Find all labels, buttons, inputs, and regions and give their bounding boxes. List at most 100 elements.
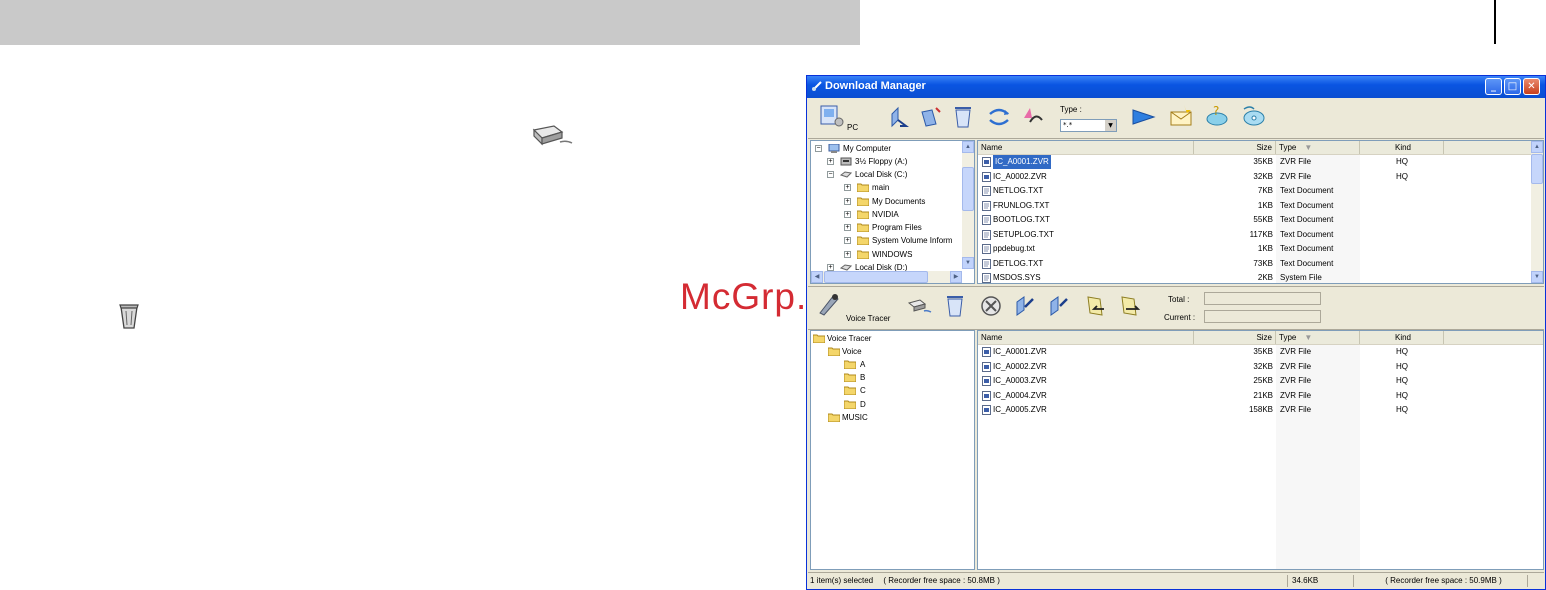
column-header-kind[interactable]: Kind: [1360, 331, 1444, 344]
scroll-up-icon[interactable]: ▲: [1531, 141, 1543, 153]
close-button[interactable]: ✕: [1523, 78, 1540, 95]
scroll-thumb[interactable]: [824, 271, 928, 283]
pc-list-vertical-scrollbar[interactable]: ▲ ▼: [1531, 141, 1543, 283]
pc-folder-tree: − My Computer + 3½ Floppy (A:) − Local D…: [810, 140, 975, 284]
mail-icon[interactable]: [1168, 103, 1194, 129]
column-header-type[interactable]: Type ▼: [1276, 141, 1360, 154]
scroll-thumb[interactable]: [962, 167, 974, 211]
chevron-down-icon[interactable]: ▼: [1105, 120, 1116, 131]
column-header-kind[interactable]: Kind: [1360, 141, 1444, 154]
maximize-button[interactable]: □: [1504, 78, 1521, 95]
table-row[interactable]: IC_A0003.ZVR 25KB ZVR File HQ: [978, 374, 1543, 388]
cell-size: 117KB: [1249, 229, 1273, 239]
cell-kind: HQ: [1396, 390, 1408, 400]
tree-expander[interactable]: +: [844, 237, 851, 244]
column-header-size[interactable]: Size: [1194, 141, 1276, 154]
table-row[interactable]: MSDOS.SYS 2KB System File: [978, 271, 1543, 283]
scroll-down-icon[interactable]: ▼: [962, 257, 974, 269]
text-file-icon: [982, 273, 991, 283]
scroll-left-icon[interactable]: ◀: [811, 271, 823, 283]
svg-text:?: ?: [1213, 104, 1219, 118]
folder-icon: [828, 413, 840, 422]
table-row[interactable]: BOOTLOG.TXT 55KB Text Document: [978, 213, 1543, 227]
status-left-free-space: ( Recorder free space : 50.8MB ): [883, 576, 1000, 585]
folder-icon: [813, 334, 825, 343]
tree-expander[interactable]: +: [844, 251, 851, 258]
scroll-thumb[interactable]: [1531, 154, 1543, 184]
table-row[interactable]: IC_A0002.ZVR 32KB ZVR File HQ: [978, 170, 1543, 184]
stop-icon[interactable]: [978, 293, 1004, 319]
cell-name: IC_A0004.ZVR: [993, 390, 1047, 400]
back-icon[interactable]: [1082, 293, 1108, 319]
type-filter-select[interactable]: *.* ▼: [1060, 119, 1117, 132]
scroll-up-icon[interactable]: ▲: [962, 141, 974, 153]
delete-icon[interactable]: [950, 104, 976, 130]
column-header-type-label: Type: [1279, 333, 1297, 342]
tree-expander[interactable]: +: [827, 264, 834, 271]
cell-name: IC_A0002.ZVR: [993, 361, 1047, 371]
title-bar[interactable]: Download Manager _ □ ✕: [807, 76, 1545, 98]
tree-expander[interactable]: +: [844, 184, 851, 191]
table-row[interactable]: DETLOG.TXT 73KB Text Document: [978, 257, 1543, 271]
pc-tree-horizontal-scrollbar[interactable]: ◀ ▶: [811, 271, 962, 283]
upload-icon[interactable]: [886, 104, 912, 130]
folder-icon: [857, 223, 869, 232]
cell-kind: HQ: [1396, 171, 1408, 181]
table-row[interactable]: NETLOG.TXT 7KB Text Document: [978, 184, 1543, 198]
forward-icon[interactable]: [1116, 293, 1142, 319]
table-row[interactable]: IC_A0001.ZVR 35KB ZVR File HQ: [978, 345, 1543, 359]
cd-icon[interactable]: [1240, 103, 1266, 129]
voice-tracer-icon[interactable]: [816, 291, 842, 317]
table-row[interactable]: IC_A0001.ZVR 35KB ZVR File HQ: [978, 155, 1543, 169]
tree-expander[interactable]: +: [844, 224, 851, 231]
help-icon[interactable]: ?: [1204, 103, 1230, 129]
download-manager-window: Download Manager _ □ ✕ PC Type : *.* ▼ ?…: [806, 75, 1546, 590]
upload-icon[interactable]: [1012, 293, 1038, 319]
download-icon[interactable]: [918, 104, 944, 130]
cell-size: 73KB: [1253, 258, 1273, 268]
table-row[interactable]: IC_A0002.ZVR 32KB ZVR File HQ: [978, 360, 1543, 374]
cell-name: SETUPLOG.TXT: [993, 229, 1054, 239]
status-bar: 1 item(s) selected ( Recorder free space…: [808, 572, 1544, 589]
cell-type: ZVR File: [1280, 361, 1312, 371]
cell-type: System File: [1280, 273, 1322, 282]
tree-expander[interactable]: −: [827, 171, 834, 178]
column-header-size[interactable]: Size: [1194, 331, 1276, 344]
tree-expander[interactable]: +: [827, 158, 834, 165]
total-progress-field: [1204, 292, 1321, 305]
column-header-name[interactable]: Name: [978, 331, 1194, 344]
minimize-button[interactable]: _: [1485, 78, 1502, 95]
sort-arrow-icon: ▼: [1304, 333, 1313, 342]
sync-icon[interactable]: [986, 104, 1012, 130]
cell-type: ZVR File: [1280, 171, 1312, 181]
eraser-icon[interactable]: [906, 293, 932, 319]
scroll-right-icon[interactable]: ▶: [950, 271, 962, 283]
play-icon[interactable]: [1130, 104, 1156, 130]
column-header-name[interactable]: Name: [978, 141, 1194, 154]
floppy-drive-icon: [840, 157, 852, 166]
table-row[interactable]: SETUPLOG.TXT 117KB Text Document: [978, 228, 1543, 242]
tree-expander[interactable]: +: [844, 198, 851, 205]
pc-tree-vertical-scrollbar[interactable]: ▲ ▼: [962, 141, 974, 269]
device-list-header: Name Size Type ▼ Kind: [978, 331, 1543, 345]
table-row[interactable]: FRUNLOG.TXT 1KB Text Document: [978, 199, 1543, 213]
table-row[interactable]: IC_A0005.ZVR 158KB ZVR File HQ: [978, 403, 1543, 417]
table-row[interactable]: IC_A0004.ZVR 21KB ZVR File HQ: [978, 389, 1543, 403]
cell-type: ZVR File: [1280, 376, 1312, 385]
cell-name: FRUNLOG.TXT: [993, 200, 1050, 210]
cell-kind: HQ: [1396, 361, 1408, 371]
device-folder-tree: Voice Tracer Voice A B C D MUSIC: [810, 330, 975, 570]
scroll-down-icon[interactable]: ▼: [1531, 271, 1543, 283]
undo-icon[interactable]: [1020, 104, 1046, 130]
column-header-type[interactable]: Type ▼: [1276, 331, 1360, 344]
audio-file-icon: [982, 405, 991, 415]
tree-expander[interactable]: +: [844, 211, 851, 218]
cell-kind: HQ: [1396, 376, 1408, 385]
cell-name: IC_A0003.ZVR: [993, 376, 1047, 385]
table-row[interactable]: ppdebug.txt 1KB Text Document: [978, 242, 1543, 256]
trash-icon[interactable]: [942, 293, 968, 319]
tree-expander[interactable]: −: [815, 145, 822, 152]
tree-item-label: A: [860, 360, 866, 369]
download-icon[interactable]: [1046, 293, 1072, 319]
pc-icon[interactable]: [818, 102, 844, 128]
